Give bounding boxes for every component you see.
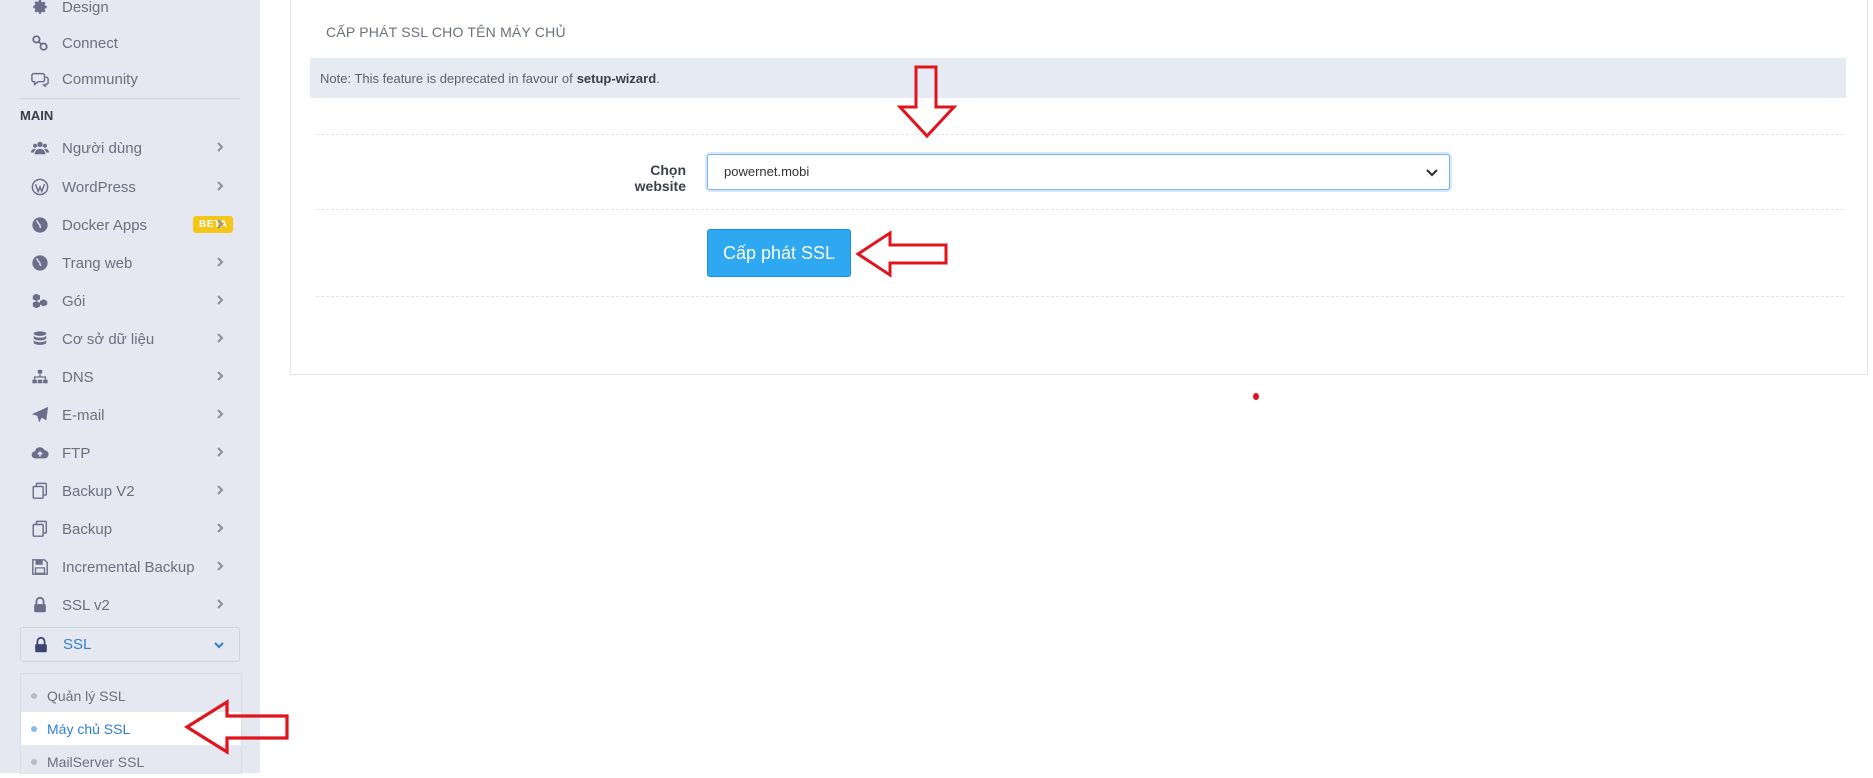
database-icon	[30, 329, 50, 349]
sitemap-icon	[30, 367, 50, 387]
sidebar-item-label: Community	[62, 70, 138, 88]
chevron-right-icon	[214, 369, 230, 385]
chevron-right-icon	[214, 179, 230, 195]
sidebar-item-community[interactable]: Community	[20, 62, 240, 96]
sidebar-item-websites[interactable]: Trang web	[20, 246, 240, 280]
submenu-item-label: MailServer SSL	[47, 753, 145, 770]
website-select[interactable]: powernet.mobi	[707, 154, 1450, 190]
sidebar-item-label: SSL v2	[62, 596, 110, 614]
sidebar-item-dns[interactable]: DNS	[20, 360, 240, 394]
sidebar-item-label: Backup	[62, 520, 113, 538]
sidebar-item-label: Docker Apps	[62, 216, 148, 234]
sidebar-item-users[interactable]: Người dùng	[20, 131, 240, 165]
lock-icon	[31, 635, 51, 655]
cubes-icon	[30, 291, 50, 311]
bullet-icon	[31, 725, 37, 732]
website-label: Chọn website	[634, 162, 686, 194]
sidebar-item-label: Incremental Backup	[62, 558, 195, 576]
down-arrow-annotation	[896, 65, 958, 139]
sidebar-item-label: E-mail	[62, 406, 105, 424]
gear-icon	[30, 0, 50, 17]
sidebar-item-label: DNS	[62, 368, 94, 386]
chevron-down-icon	[1425, 166, 1439, 184]
save-icon	[30, 557, 50, 577]
bullet-icon	[31, 692, 37, 699]
wordpress-icon	[30, 177, 50, 197]
page-title: CẤP PHÁT SSL CHO TÊN MÁY CHỦ	[326, 24, 566, 40]
chevron-down-icon	[213, 638, 229, 654]
website-select-value: powernet.mobi	[724, 164, 810, 179]
chevron-right-icon	[214, 140, 230, 156]
globe-icon	[30, 215, 50, 235]
chevron-right-icon	[214, 445, 230, 461]
ssl-menu-row: SSL	[21, 628, 239, 661]
lock-icon	[30, 595, 50, 615]
chevron-right-icon	[214, 407, 230, 423]
chevron-right-icon	[214, 331, 230, 347]
form-divider	[316, 134, 1844, 135]
chat-icon	[30, 69, 50, 89]
globe-icon	[30, 253, 50, 273]
left-arrow-annotation-button	[855, 230, 948, 278]
users-icon	[30, 138, 50, 158]
sidebar-item-label: FTP	[62, 444, 91, 462]
setup-wizard-link[interactable]: setup-wizard	[577, 71, 656, 86]
sidebar-item-docker-apps[interactable]: Docker Apps BETA	[20, 208, 240, 242]
paper-plane-icon	[30, 405, 50, 425]
copy-icon	[30, 519, 50, 539]
sidebar-item-label: Cơ sở dữ liệu	[62, 330, 155, 348]
sidebar-item-label: WordPress	[62, 178, 136, 196]
bullet-icon	[31, 758, 37, 765]
form-divider	[316, 296, 1844, 297]
chevron-right-icon	[214, 521, 230, 537]
note-suffix: .	[656, 70, 660, 86]
sidebar-item-label: Connect	[62, 34, 118, 52]
sidebar-item-packages[interactable]: Gói	[20, 284, 240, 318]
sidebar-item-ftp[interactable]: FTP	[20, 436, 240, 470]
form-divider	[316, 209, 1844, 210]
sidebar-item-label: SSL	[63, 636, 92, 653]
deprecation-note: Note: This feature is deprecated in favo…	[310, 58, 1846, 98]
sidebar-item-label: Backup V2	[62, 482, 135, 500]
red-dot-mark	[1253, 393, 1259, 400]
copy-icon	[30, 481, 50, 501]
sidebar-item-connect[interactable]: Connect	[20, 26, 240, 60]
chevron-right-icon	[214, 559, 230, 575]
sidebar-item-label: Trang web	[62, 254, 133, 272]
sidebar-item-label: Gói	[62, 292, 86, 310]
chevron-right-icon	[214, 597, 230, 613]
chevron-right-icon	[214, 255, 230, 271]
sidebar-item-email[interactable]: E-mail	[20, 398, 240, 432]
sidebar-item-label: Người dùng	[62, 139, 142, 157]
sidebar-divider	[20, 98, 240, 99]
note-text: Note: This feature is deprecated in favo…	[320, 70, 573, 86]
section-label-main: MAIN	[20, 108, 54, 123]
sidebar-item-incremental-backup[interactable]: Incremental Backup	[20, 550, 240, 584]
submenu-item-label: Quản lý SSL	[47, 687, 126, 704]
chevron-right-icon	[214, 293, 230, 309]
chevron-right-icon	[214, 217, 230, 233]
sidebar-item-databases[interactable]: Cơ sở dữ liệu	[20, 322, 240, 356]
sidebar-item-design[interactable]: Design	[20, 0, 240, 24]
cloud-upload-icon	[30, 443, 50, 463]
sidebar-item-ssl[interactable]: SSL	[20, 627, 240, 662]
issue-ssl-button[interactable]: Cấp phát SSL	[707, 229, 851, 277]
link-icon	[30, 33, 50, 53]
sidebar: Design Connect Community MAIN Người dùng…	[0, 0, 260, 774]
sidebar-item-label: Design	[62, 0, 109, 16]
sidebar-item-ssl-v2[interactable]: SSL v2	[20, 588, 240, 622]
submenu-item-label: Máy chủ SSL	[47, 720, 131, 737]
sidebar-item-wordpress[interactable]: WordPress	[20, 170, 240, 204]
sidebar-item-backup[interactable]: Backup	[20, 512, 240, 546]
sidebar-item-backup-v2[interactable]: Backup V2	[20, 474, 240, 508]
left-arrow-annotation-submenu	[183, 699, 289, 755]
chevron-right-icon	[214, 483, 230, 499]
